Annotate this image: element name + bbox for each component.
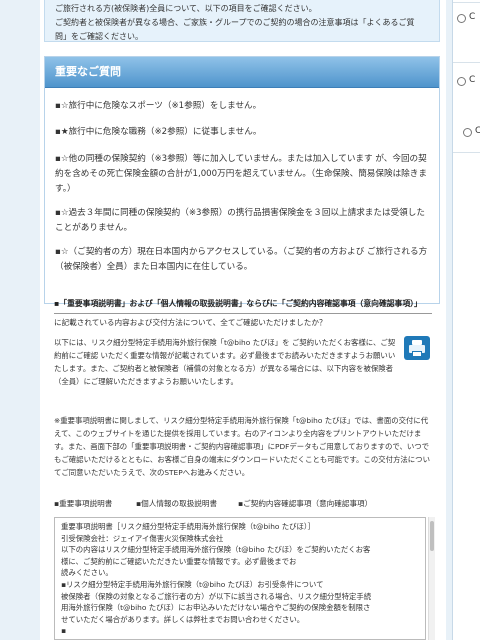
documents-delivery-paragraph: ※重要事項説明書に関しまして、リスク細分型特定手続用海外旅行保険「t@biho … bbox=[54, 416, 430, 477]
radio-label: C bbox=[469, 12, 476, 22]
scroll-line: 重要事項説明書［リスク細分型特定手続用海外旅行保険（t@biho たびほ）］ bbox=[61, 522, 316, 531]
scroll-line: ▪リスク細分型特定手続用海外旅行保険（t@biho たびほ）お引受条件について bbox=[61, 579, 324, 589]
question-dangerous-work: ▪★旅行中に危険な職務（※2参照）に従事しません。 bbox=[55, 127, 262, 137]
scrollbox-scrollbar[interactable] bbox=[428, 517, 435, 640]
question-dangerous-sports: ▪☆旅行中に危険なスポーツ（※1参照）をしません。 bbox=[55, 101, 262, 111]
scroll-line: 以下の内容はリスク細分型特定手続用海外旅行保険（t@biho たびほ）をご契約い… bbox=[61, 545, 371, 555]
right-side-panel: C C C bbox=[452, 0, 480, 640]
documents-heading: ▪「重要事項説明書」および「個人情報の取扱説明書」ならびに「ご契約内容確認事項（… bbox=[54, 298, 432, 314]
link-important-matters[interactable]: ▪重要事項説明書 bbox=[54, 498, 112, 509]
radio-label: C bbox=[475, 126, 480, 136]
notice-line-3: 問」をご確認ください。 bbox=[55, 32, 143, 41]
option-radio[interactable] bbox=[457, 14, 466, 23]
radio-label: C bbox=[469, 75, 476, 85]
link-contract-confirmation[interactable]: ▪ご契約内容確認事項（意向確認事項） bbox=[238, 498, 372, 509]
question-past-claims: ▪☆過去３年間に同種の保険契約（※3参照）の携行品損害保険金を３回以上請求または… bbox=[55, 208, 425, 233]
important-matters-scrollbox[interactable]: 重要事項説明書［リスク細分型特定手続用海外旅行保険（t@biho たびほ）］ 引… bbox=[54, 517, 426, 640]
scroll-line: ▪ bbox=[61, 626, 67, 636]
main-content: ご旅行される方(被保険者)全員について、以下の項目をご確認ください。 ご契約者と… bbox=[40, 0, 446, 640]
option-radio[interactable] bbox=[457, 77, 466, 86]
scroll-line: 引受保険会社：ジェイアイ傷害火災保険株式会社 bbox=[61, 533, 224, 543]
scrollbar-thumb[interactable] bbox=[430, 521, 434, 551]
scroll-line: 様に、ご契約前にご確認いただきたい重要な情報です。必ず最後までお bbox=[61, 556, 297, 566]
documents-subheading: に記載されている内容および交付方法について、全てご確認いただけましたか？ bbox=[54, 318, 327, 327]
option-radio[interactable] bbox=[463, 128, 472, 137]
notice-line-2: ご契約者と被保険者が異なる場合、ご家族・グループでのご契約の場合の注意事項は「よ… bbox=[55, 18, 415, 27]
question-residence: ▪☆（ご契約者の方）現在日本国内からアクセスしている。（ご契約者の方および ご旅… bbox=[55, 247, 428, 272]
document-links: ▪重要事項説明書 ▪個人情報の取扱説明書 ▪ご契約内容確認事項（意向確認事項） bbox=[54, 498, 434, 512]
documents-intro-paragraph: 以下には、リスク細分型特定手続用海外旅行保険「t@biho たびほ」を ご契約い… bbox=[54, 338, 396, 386]
scroll-line: 読みください。 bbox=[61, 568, 113, 578]
printer-icon[interactable] bbox=[404, 336, 430, 360]
scroll-line: せていただく場合があります。詳しくは弊社までお問い合わせください。 bbox=[61, 614, 305, 624]
link-privacy-policy[interactable]: ▪個人情報の取扱説明書 bbox=[136, 498, 217, 509]
question-other-insurance: ▪☆他の同種の保険契約（※3参照）等に加入していません。または加入しています が… bbox=[55, 154, 427, 194]
important-questions-title: 重要なご質問 bbox=[45, 57, 439, 88]
scroll-line: 用海外旅行保険（t@biho たびほ）にお申込みいただけない場合やご契約の保険金… bbox=[61, 603, 371, 613]
top-notice: ご旅行される方(被保険者)全員について、以下の項目をご確認ください。 ご契約者と… bbox=[44, 0, 440, 42]
important-questions-box: 重要なご質問 ▪☆旅行中に危険なスポーツ（※1参照）をしません。 ▪★旅行中に危… bbox=[44, 56, 440, 304]
scroll-line: 被保険者（保険の対象となるご旅行者の方）が以下に該当される場合、リスク細分型特定… bbox=[61, 591, 372, 601]
notice-line-1: ご旅行される方(被保険者)全員について、以下の項目をご確認ください。 bbox=[55, 4, 317, 13]
documents-confirmation: ▪「重要事項説明書」および「個人情報の取扱説明書」ならびに「ご契約内容確認事項（… bbox=[54, 298, 432, 329]
